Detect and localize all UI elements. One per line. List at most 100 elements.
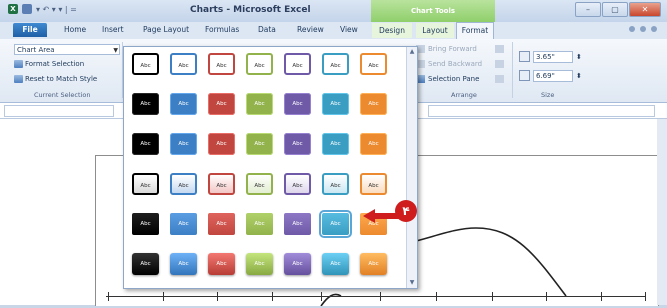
tab-page-layout[interactable]: Page Layout [143,25,189,34]
tab-design[interactable]: Design [372,23,412,38]
group-icon [495,60,504,68]
minimize-ribbon-icon[interactable] [629,26,635,32]
save-icon[interactable] [22,4,32,14]
shape-style-swatch[interactable]: Abc [246,173,273,195]
send-backward-button[interactable]: Send Backward [416,60,482,68]
shape-style-swatch[interactable]: Abc [360,93,387,115]
minimize-button[interactable]: – [575,2,601,17]
step-number-badge: ۴ [395,200,417,222]
chart-x-axis [106,296,646,297]
selection-pane-button[interactable]: Selection Pane [416,75,479,83]
shape-style-swatch[interactable]: Abc [208,253,235,275]
name-box[interactable] [4,105,114,117]
shape-style-swatch[interactable]: Abc [284,53,311,75]
shape-style-swatch[interactable]: Abc [319,210,352,238]
shape-style-swatch[interactable]: Abc [132,133,159,155]
tab-review[interactable]: Review [297,25,324,34]
shape-style-swatch[interactable]: Abc [170,53,197,75]
shape-style-swatch[interactable]: Abc [360,133,387,155]
format-selection-button[interactable]: Format Selection [14,60,84,68]
shape-style-swatch[interactable]: Abc [132,253,159,275]
shape-style-swatch[interactable]: Abc [284,213,311,235]
align-button[interactable] [495,45,504,53]
shape-style-swatch[interactable]: Abc [170,173,197,195]
width-spinner-icon[interactable]: ⬍ [576,72,582,80]
shape-width-input[interactable]: 6.69" [533,69,573,82]
tab-view[interactable]: View [340,25,358,34]
shape-style-swatch[interactable]: Abc [170,133,197,155]
shape-style-swatch[interactable]: Abc [132,173,159,195]
tab-layout[interactable]: Layout [416,23,454,38]
shape-style-swatch[interactable]: Abc [208,93,235,115]
scroll-down-icon[interactable]: ▼ [408,279,416,287]
group-button[interactable] [495,60,504,68]
tab-file[interactable]: File [13,23,47,37]
shape-style-swatch[interactable]: Abc [284,93,311,115]
maximize-button[interactable]: ▢ [602,2,628,17]
close-button[interactable]: ✕ [629,2,661,17]
shape-style-swatch[interactable]: Abc [360,53,387,75]
shape-style-swatch[interactable]: Abc [322,133,349,155]
shape-style-swatch[interactable]: Abc [208,53,235,75]
shape-width-field[interactable]: 6.69" ⬍ [519,69,589,82]
shape-style-swatch[interactable]: Abc [170,93,197,115]
shape-style-swatch[interactable]: Abc [132,93,159,115]
shape-style-swatch[interactable]: Abc [322,253,349,275]
shape-style-swatch[interactable]: Abc [208,213,235,235]
shape-style-swatch[interactable]: Abc [170,213,197,235]
shape-style-swatch[interactable]: Abc [322,93,349,115]
tab-insert[interactable]: Insert [102,25,124,34]
gallery-row: Abc Abc Abc Abc Abc Abc Abc [132,93,387,115]
shape-height-input[interactable]: 3.65" [533,50,573,63]
arrange-group-label: Arrange [451,91,477,99]
tab-data[interactable]: Data [258,25,276,34]
axis-tick [601,292,602,301]
bring-forward-label: Bring Forward [428,45,477,53]
excel-app-icon[interactable]: X [8,4,18,14]
shape-style-swatch[interactable]: Abc [284,253,311,275]
tab-home[interactable]: Home [64,25,86,34]
shape-style-swatch[interactable]: Abc [246,213,273,235]
shape-style-swatch[interactable]: Abc [360,173,387,195]
vertical-scrollbar[interactable] [657,119,667,305]
shape-style-swatch[interactable]: Abc [132,53,159,75]
tab-format[interactable]: Format [456,22,494,39]
shape-style-swatch[interactable]: Abc [246,53,273,75]
shape-style-swatch[interactable]: Abc [284,173,311,195]
reset-to-match-style-button[interactable]: Reset to Match Style [14,75,97,83]
current-selection-group-label: Current Selection [34,91,91,99]
qat-more-icons[interactable]: ▾ ↶ ▾ ▾ | = [36,5,77,14]
bring-forward-button[interactable]: Bring Forward [416,45,477,53]
formula-input[interactable] [428,105,655,117]
shape-style-swatch[interactable]: Abc [322,173,349,195]
shape-style-swatch[interactable]: Abc [132,213,159,235]
shape-height-field[interactable]: 3.65" ⬍ [519,50,589,63]
shape-style-swatch[interactable]: Abc [360,253,387,275]
chart-elements-dropdown[interactable]: Chart Area ▼ [14,44,120,55]
quick-access-toolbar: X ▾ ↶ ▾ ▾ | = [8,4,77,14]
title-bar: X ▾ ↶ ▾ ▾ | = Charts - Microsoft Excel C… [0,0,667,22]
help-icon[interactable] [640,26,646,32]
scroll-up-icon[interactable]: ▲ [408,48,416,56]
shape-style-swatch[interactable]: Abc [284,133,311,155]
axis-tick [380,292,381,301]
reset-style-icon [14,75,23,83]
shape-style-swatch[interactable]: Abc [322,53,349,75]
shape-style-swatch[interactable]: Abc [170,253,197,275]
gallery-row: Abc Abc Abc Abc Abc Abc Abc [132,210,387,238]
window-title: Charts - Microsoft Excel [190,5,311,15]
shape-style-swatch[interactable]: Abc [246,133,273,155]
rotate-button[interactable] [495,75,504,83]
shape-style-swatch[interactable]: Abc [208,173,235,195]
height-spinner-icon[interactable]: ⬍ [576,53,582,61]
shape-style-swatch[interactable]: Abc [246,93,273,115]
shape-style-swatch[interactable]: Abc [246,253,273,275]
axis-tick [492,292,493,301]
chevron-down-icon: ▼ [113,47,118,54]
gallery-row: Abc Abc Abc Abc Abc Abc Abc [132,53,387,75]
gallery-scrollbar[interactable]: ▲ ▼ [406,47,417,288]
shape-style-swatch[interactable]: Abc [208,133,235,155]
window-restore-icon[interactable] [651,26,657,32]
tab-formulas[interactable]: Formulas [205,25,239,34]
chart-tools-context-label: Chart Tools [371,0,495,22]
